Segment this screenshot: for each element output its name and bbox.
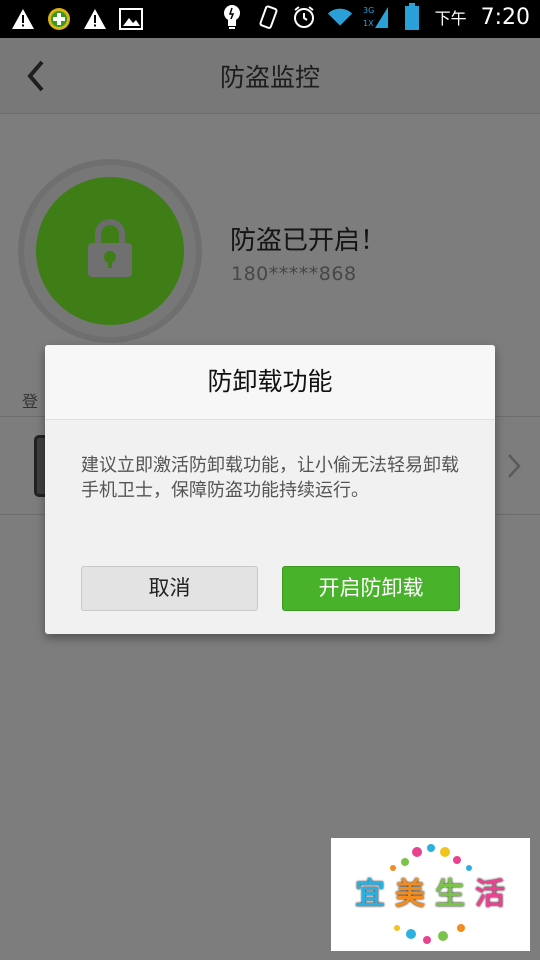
section-label: 登 [22,392,39,411]
watermark-char: 生 [435,877,465,912]
svg-text:3G: 3G [363,6,374,15]
watermark-char: 活 [475,877,505,912]
lock-circle [36,177,184,325]
status-bar: 3G 1X 下午 7:20 [0,0,540,38]
lightbulb-icon [219,4,245,30]
status-bar-right: 3G 1X 下午 7:20 [219,3,530,30]
status-bar-left [10,6,144,32]
chevron-right-icon [508,454,521,478]
status-ampm: 下午 [434,9,467,28]
watermark-text: 宜 美 生 活 [351,876,509,914]
lock-icon [88,219,132,277]
warning-icon [10,6,36,32]
image-icon [118,6,144,32]
uninstall-protection-dialog: 防卸载功能 建议立即激活防卸载功能，让小偷无法轻易卸载手机卫士，保障防盗功能持续… [45,345,495,634]
watermark-logo: 宜 美 生 活 [331,838,530,951]
dialog-message: 建议立即激活防卸载功能，让小偷无法轻易卸载手机卫士，保障防盗功能持续运行。 [81,455,459,501]
status-title: 防盗已开启！ [230,226,387,256]
wifi-icon [327,4,353,30]
lock-status-badge [24,165,196,337]
svg-text:1X: 1X [363,19,374,28]
status-phone: 180*****868 [231,263,357,285]
dialog-title: 防卸载功能 [45,345,495,420]
warning-icon [82,6,108,32]
enable-uninstall-protection-button[interactable]: 开启防卸载 [282,566,460,611]
vibrate-icon [255,4,281,30]
watermark-char: 宜 [355,877,385,912]
watermark-char: 美 [395,877,425,912]
status-time: 7:20 [480,4,530,30]
battery-icon [399,3,425,30]
header-bar: 防盗监控 [0,38,540,114]
network-3g-icon: 3G 1X [363,4,389,30]
page-title: 防盗监控 [219,63,320,92]
cancel-button[interactable]: 取消 [81,566,258,611]
alarm-icon [291,4,317,30]
plus-circle-icon [46,6,72,32]
